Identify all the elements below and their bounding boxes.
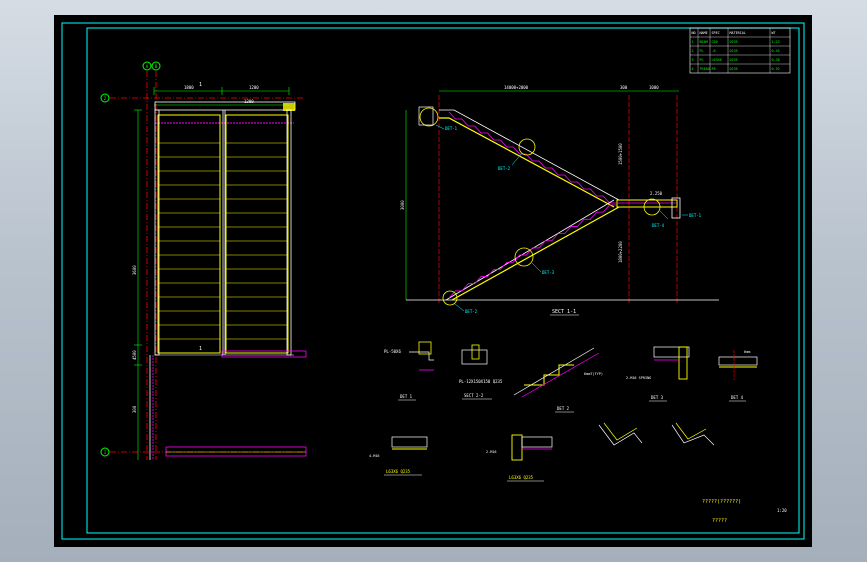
table-cell: L63X6 [712, 58, 722, 62]
table-cell: 1 [692, 40, 694, 44]
plan-dim-left-1: 3600 [132, 265, 137, 275]
plan-section-mark: 1 [199, 346, 202, 352]
detail-label-2: DET-2 [498, 166, 511, 171]
table-header-cell: WT [772, 31, 776, 35]
table-cell: 0.92 [772, 67, 780, 71]
plan-dim-top-1: 1800 [184, 85, 194, 90]
det2-note: 6mmT(TYP) [584, 372, 603, 376]
sect22-drawing: PL-12X150X150 Q235 SECT 2-2 [459, 344, 503, 400]
table-cell: BEAM [700, 40, 708, 44]
det4-caption: DET 4 [731, 395, 744, 400]
table-cell: FB [712, 67, 716, 71]
title-text: ?????(??????) [702, 499, 741, 505]
table-cell: 1.23 [772, 40, 780, 44]
det1-caption: DET 1 [400, 394, 413, 399]
drawing-sheet: A B 2 1 1800 1200 1200 1 3600 4500 300 1… [54, 15, 812, 547]
table-cell: 3 [692, 58, 694, 62]
plan-line-label: 1 [199, 82, 202, 88]
inner-frame [86, 27, 800, 534]
table-cell: Q235 [730, 58, 738, 62]
table-cell: 0.45 [772, 49, 780, 53]
det1-drawing: PL-50X6 DET 1 [384, 341, 434, 401]
table-header-cell: SPEC [712, 31, 720, 35]
det3-note: 2-M16 SPRING [626, 376, 651, 380]
table-cell: Q235 [730, 49, 738, 53]
subtitle-text: ????? [712, 518, 727, 524]
detail-label-3: DET-3 [542, 270, 555, 275]
material-table: NO NAME SPEC MATERIAL WT 1 BEAM C20 Q235 1.23 2 PL -… [689, 27, 791, 74]
detail-label-4: DET-4 [652, 223, 665, 228]
bolt-b-caption: L63X6 Q235 [509, 475, 534, 480]
detail-sheet: PL-50X6 DET 1 PL-12X150X150 Q235 SECT 2-… [369, 341, 758, 482]
grid-label-2: 2 [104, 96, 107, 101]
bolt-b-note: 2-M16 [486, 450, 497, 454]
table-cell: PL [700, 58, 704, 62]
grid-label-a: A [146, 64, 149, 69]
bolt-a-caption: L63X6 Q235 [386, 469, 411, 474]
det3-drawing: 2-M16 SPRING DET 3 [626, 346, 690, 402]
section-view: 14000+2000 300 1000 3000 1500+1500 1800+… [400, 85, 719, 316]
plan-dim-left-2: 4500 [132, 350, 137, 360]
table-cell: Q235 [730, 67, 738, 71]
plan-dim-top-2: 1200 [249, 85, 259, 90]
stair-truss-web [448, 204, 616, 299]
stair-truss-web [448, 111, 616, 204]
detail-label-6: DET-2 [465, 309, 478, 314]
outer-frame [61, 22, 805, 540]
table-header-cell: NAME [700, 31, 708, 35]
table-cell: C20 [712, 40, 718, 44]
table-header-cell: NO [692, 31, 696, 35]
table-cell: Q235 [730, 40, 738, 44]
detail-label-5: DET-1 [689, 213, 702, 218]
table-header-cell: MATERIAL [730, 31, 746, 35]
landing-level: 2.250 [650, 191, 663, 196]
bolt-b-drawing: 2-M16 L63X6 Q235 [486, 434, 553, 482]
grid-label-1: 1 [104, 450, 107, 455]
plan-view: A B 2 1 1800 1200 1200 1 3600 4500 300 1 [100, 61, 307, 460]
section-dim-upper: 1500+1500 [618, 143, 623, 165]
section-dim-top-right-2: 1000 [649, 85, 659, 90]
section-dim-top: 14000+2000 [504, 85, 529, 90]
table-cell: PL [700, 49, 704, 53]
sect22-note: PL-12X150X150 Q235 [459, 379, 503, 384]
plan-dim-left-3: 300 [132, 405, 137, 413]
section-dim-height: 3000 [400, 200, 405, 210]
grid-label-b: B [155, 64, 158, 69]
plan-dim-span: 1200 [244, 99, 254, 104]
table-cell: 4 [692, 67, 694, 71]
sect22-caption: SECT 2-2 [464, 393, 484, 398]
table-cell: TREAD [700, 67, 710, 71]
title-block: ?????(??????) ????? 1:20 [702, 499, 787, 524]
section-dim-top-right-1: 300 [620, 85, 628, 90]
det2-drawing: 6mmT(TYP) DET 2 [513, 347, 603, 413]
section-caption: SECT 1-1 [552, 309, 576, 315]
det4-drawing: 6mm DET 4 [718, 350, 758, 402]
stair-drawing: A B 2 1 1800 1200 1200 1 3600 4500 300 1… [61, 22, 805, 540]
table-cell: 2 [692, 49, 694, 53]
detail-label-1: DET-1 [445, 126, 458, 131]
table-cell: -6 [712, 49, 716, 53]
table-cell: 0.38 [772, 58, 780, 62]
det2-caption: DET 2 [557, 406, 570, 411]
det3-caption: DET 3 [651, 395, 664, 400]
bolt-a-note: 4-M16 [369, 454, 380, 458]
section-dim-lower: 1800+2200 [618, 241, 623, 263]
scale-text: 1:20 [777, 508, 787, 513]
det1-note: PL-50X6 [384, 349, 401, 354]
det4-note: 6mm [744, 350, 750, 354]
bolt-a-drawing: 4-M16 L63X6 Q235 [369, 436, 428, 476]
